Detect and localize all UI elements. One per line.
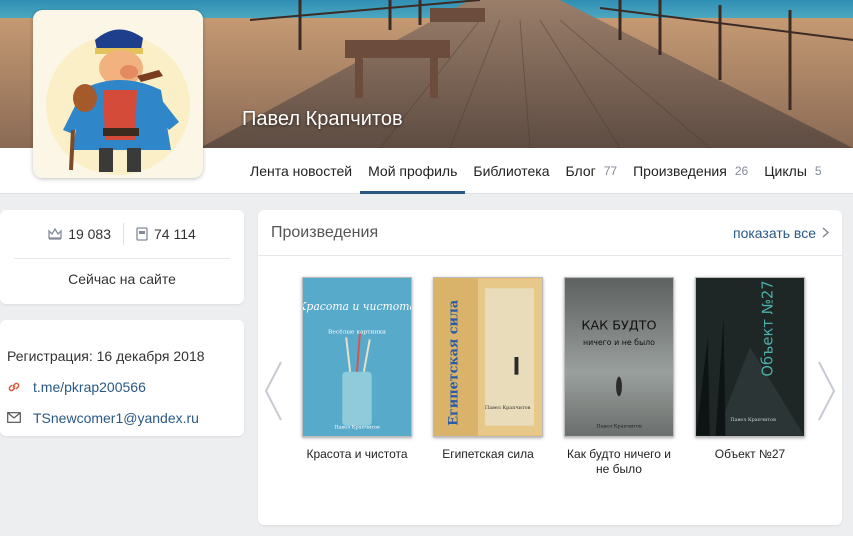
works-header: Произведения показать все <box>258 210 842 256</box>
works-card: Произведения показать все Красота и чист… <box>258 210 842 525</box>
info-card: Регистрация: 16 декабря 2018 t.me/pkrap2… <box>0 320 244 436</box>
tab-label: Произведения <box>633 163 727 179</box>
cover-author: Павел Крапчитов <box>485 405 531 411</box>
work-item[interactable]: Египетская сила Павел Крапчитов Египетск… <box>429 277 547 477</box>
work-item[interactable]: Объект №27 Павел Крапчитов Объект №27 <box>691 277 809 477</box>
cover-title: Объект №27 <box>760 280 777 376</box>
show-all-label: показать все <box>733 224 816 241</box>
tab-works[interactable]: Произведения 26 <box>625 148 756 194</box>
email-link[interactable]: TSnewcomer1@yandex.ru <box>33 410 199 426</box>
cover-author: Павел Крапчитов <box>730 417 776 423</box>
book-cover-art: Красота и чистота Весёлые картинки Павел… <box>303 278 411 436</box>
mail-icon <box>7 412 21 423</box>
tab-blog[interactable]: Блог 77 <box>558 148 626 194</box>
registration-line: Регистрация: 16 декабря 2018 <box>7 340 244 371</box>
work-item[interactable]: КАК БУДТО ничего и не было Павел Крапчит… <box>560 277 678 477</box>
telegram-link[interactable]: t.me/pkrap200566 <box>33 379 146 395</box>
crowns-count: 19 083 <box>68 226 112 242</box>
stats-card: 19 083 74 114 Сейчас на сайте <box>0 210 244 304</box>
cover-title: Египетская сила <box>447 300 462 426</box>
book-cover[interactable]: Объект №27 Павел Крапчитов <box>695 277 805 437</box>
work-item[interactable]: Красота и чистота Весёлые картинки Павел… <box>298 277 416 477</box>
carousel-prev-button[interactable] <box>263 360 283 427</box>
book-cover-art: Объект №27 Павел Крапчитов <box>696 278 804 436</box>
book-icon <box>136 227 148 241</box>
work-title[interactable]: Объект №27 <box>691 447 809 462</box>
work-title[interactable]: Египетская сила <box>429 447 547 462</box>
tab-count: 26 <box>734 164 749 178</box>
stats-row: 19 083 74 114 <box>0 210 244 258</box>
tab-label: Библиотека <box>473 163 550 179</box>
book-cover-art: Египетская сила Павел Крапчитов <box>434 278 542 436</box>
email-line: TSnewcomer1@yandex.ru <box>7 402 244 433</box>
tab-library[interactable]: Библиотека <box>465 148 557 194</box>
works-list: Красота и чистота Весёлые картинки Павел… <box>298 277 822 477</box>
chevron-right-icon <box>822 227 829 238</box>
avatar[interactable] <box>33 10 203 178</box>
crowns-stat[interactable]: 19 083 <box>36 226 123 242</box>
cover-title: КАК БУДТО <box>581 319 656 334</box>
work-title[interactable]: Как будто ничего и не было <box>560 447 678 477</box>
book-cover-art: КАК БУДТО ничего и не было Павел Крапчит… <box>565 278 673 436</box>
works-title: Произведения <box>271 223 379 241</box>
cover-author: Павел Крапчитов <box>334 425 380 431</box>
tab-list: Лента новостей Мой профиль Библиотека Бл… <box>242 148 830 194</box>
cover-author: Павел Крапчитов <box>596 424 642 430</box>
avatar-image <box>33 10 203 178</box>
tab-my-profile[interactable]: Мой профиль <box>360 148 466 194</box>
books-count: 74 114 <box>154 226 196 242</box>
registration-text: Регистрация: 16 декабря 2018 <box>7 347 205 364</box>
telegram-line: t.me/pkrap200566 <box>7 371 244 402</box>
crown-icon <box>48 228 62 240</box>
books-stat[interactable]: 74 114 <box>124 226 208 242</box>
cover-subtitle: ничего и не было <box>583 338 655 347</box>
work-title[interactable]: Красота и чистота <box>298 447 416 462</box>
tab-label: Лента новостей <box>250 163 353 179</box>
cover-subtitle: Весёлые картинки <box>328 328 386 335</box>
tab-count: 5 <box>814 164 822 178</box>
tab-label: Мой профиль <box>368 163 458 179</box>
cover-title: Красота и чистота <box>303 300 411 313</box>
link-icon <box>7 380 21 394</box>
tab-label: Циклы <box>764 163 807 179</box>
tab-count: 77 <box>603 164 618 178</box>
chevron-left-icon <box>264 361 282 421</box>
book-cover[interactable]: Красота и чистота Весёлые картинки Павел… <box>302 277 412 437</box>
show-all-link[interactable]: показать все <box>733 225 829 241</box>
book-cover[interactable]: КАК БУДТО ничего и не было Павел Крапчит… <box>564 277 674 437</box>
book-cover[interactable]: Египетская сила Павел Крапчитов <box>433 277 543 437</box>
online-status: Сейчас на сайте <box>68 271 176 287</box>
profile-name: Павел Крапчитов <box>242 108 403 130</box>
tab-news-feed[interactable]: Лента новостей <box>242 148 360 194</box>
tab-label: Блог <box>565 163 596 179</box>
tab-cycles[interactable]: Циклы 5 <box>756 148 829 194</box>
